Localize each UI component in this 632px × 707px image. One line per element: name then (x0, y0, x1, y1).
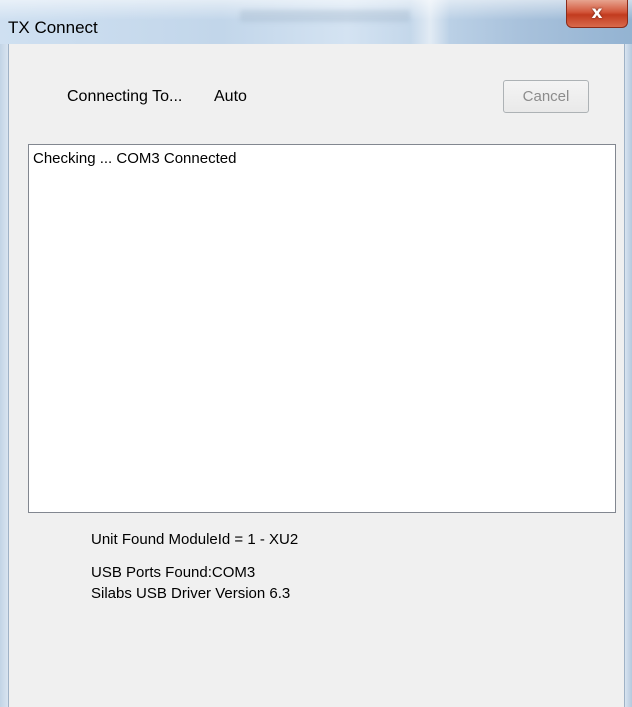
close-button[interactable]: x (566, 0, 628, 28)
window-left-border (0, 44, 8, 707)
connection-log-box[interactable]: Checking ... COM3 Connected (28, 144, 616, 513)
close-icon: x (591, 3, 603, 23)
title-bar[interactable]: TX Connect x (0, 0, 632, 44)
connecting-to-value: Auto (214, 88, 247, 105)
driver-version-text: Silabs USB Driver Version 6.3 (91, 585, 291, 602)
connecting-to-label: Connecting To... (67, 88, 183, 105)
title-bar-highlight (410, 0, 450, 44)
title-bar-ghost (240, 10, 410, 22)
log-line: Checking ... COM3 Connected (33, 150, 237, 167)
unit-found-text: Unit Found ModuleId = 1 - XU2 (91, 531, 299, 548)
window-title: TX Connect (8, 18, 98, 37)
window-right-border (625, 44, 632, 707)
tx-connect-window: TX Connect x Connecting To... Auto Cance… (0, 0, 632, 707)
cancel-button[interactable]: Cancel (503, 80, 589, 113)
usb-ports-found-text: USB Ports Found:COM3 (91, 564, 256, 581)
dialog-client-area: Connecting To... Auto Cancel Checking ..… (8, 44, 625, 707)
